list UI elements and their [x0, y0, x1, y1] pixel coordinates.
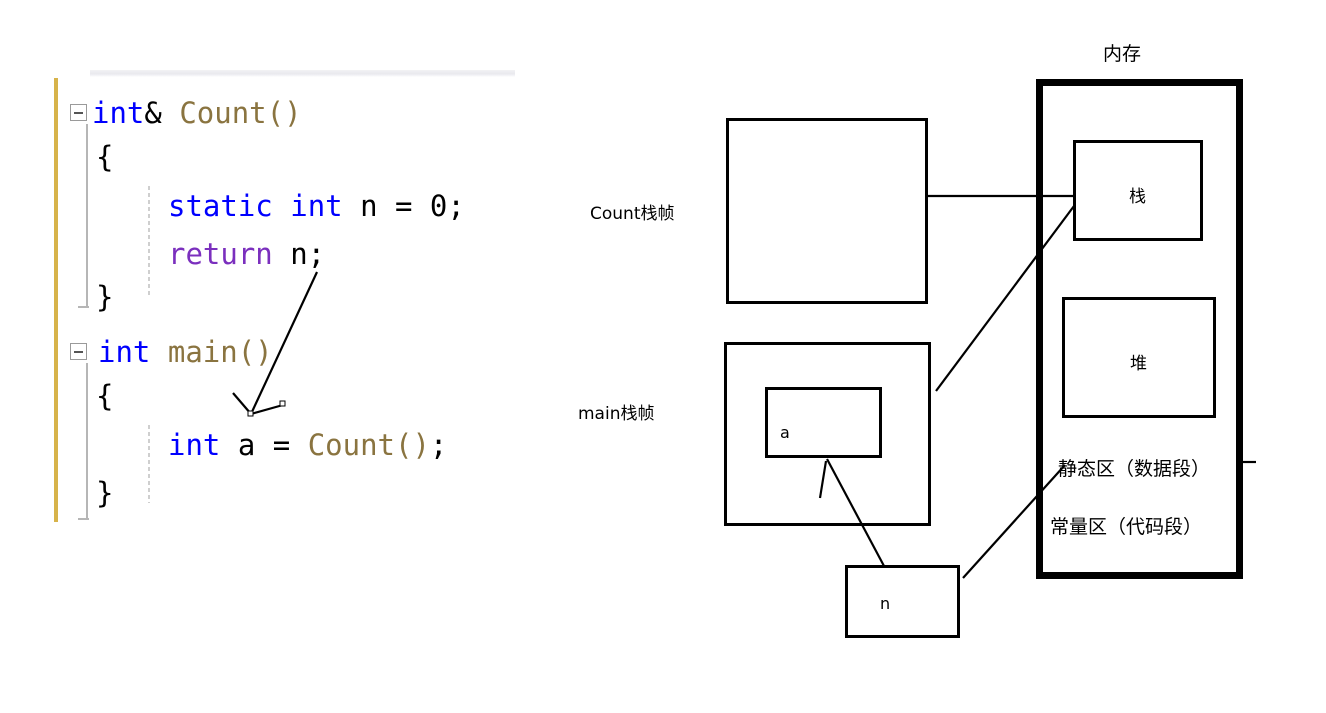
main-frame-to-stack-line [935, 205, 1075, 392]
return-to-a-arrow [232, 271, 318, 417]
a-box-tick-line [818, 460, 828, 499]
a-to-n-line [826, 458, 885, 567]
connector-overlay [232, 194, 1256, 579]
screenshot-root: int& Count() { static int n = 0; return … [0, 0, 1326, 713]
n-to-static-area-line [962, 464, 1066, 579]
